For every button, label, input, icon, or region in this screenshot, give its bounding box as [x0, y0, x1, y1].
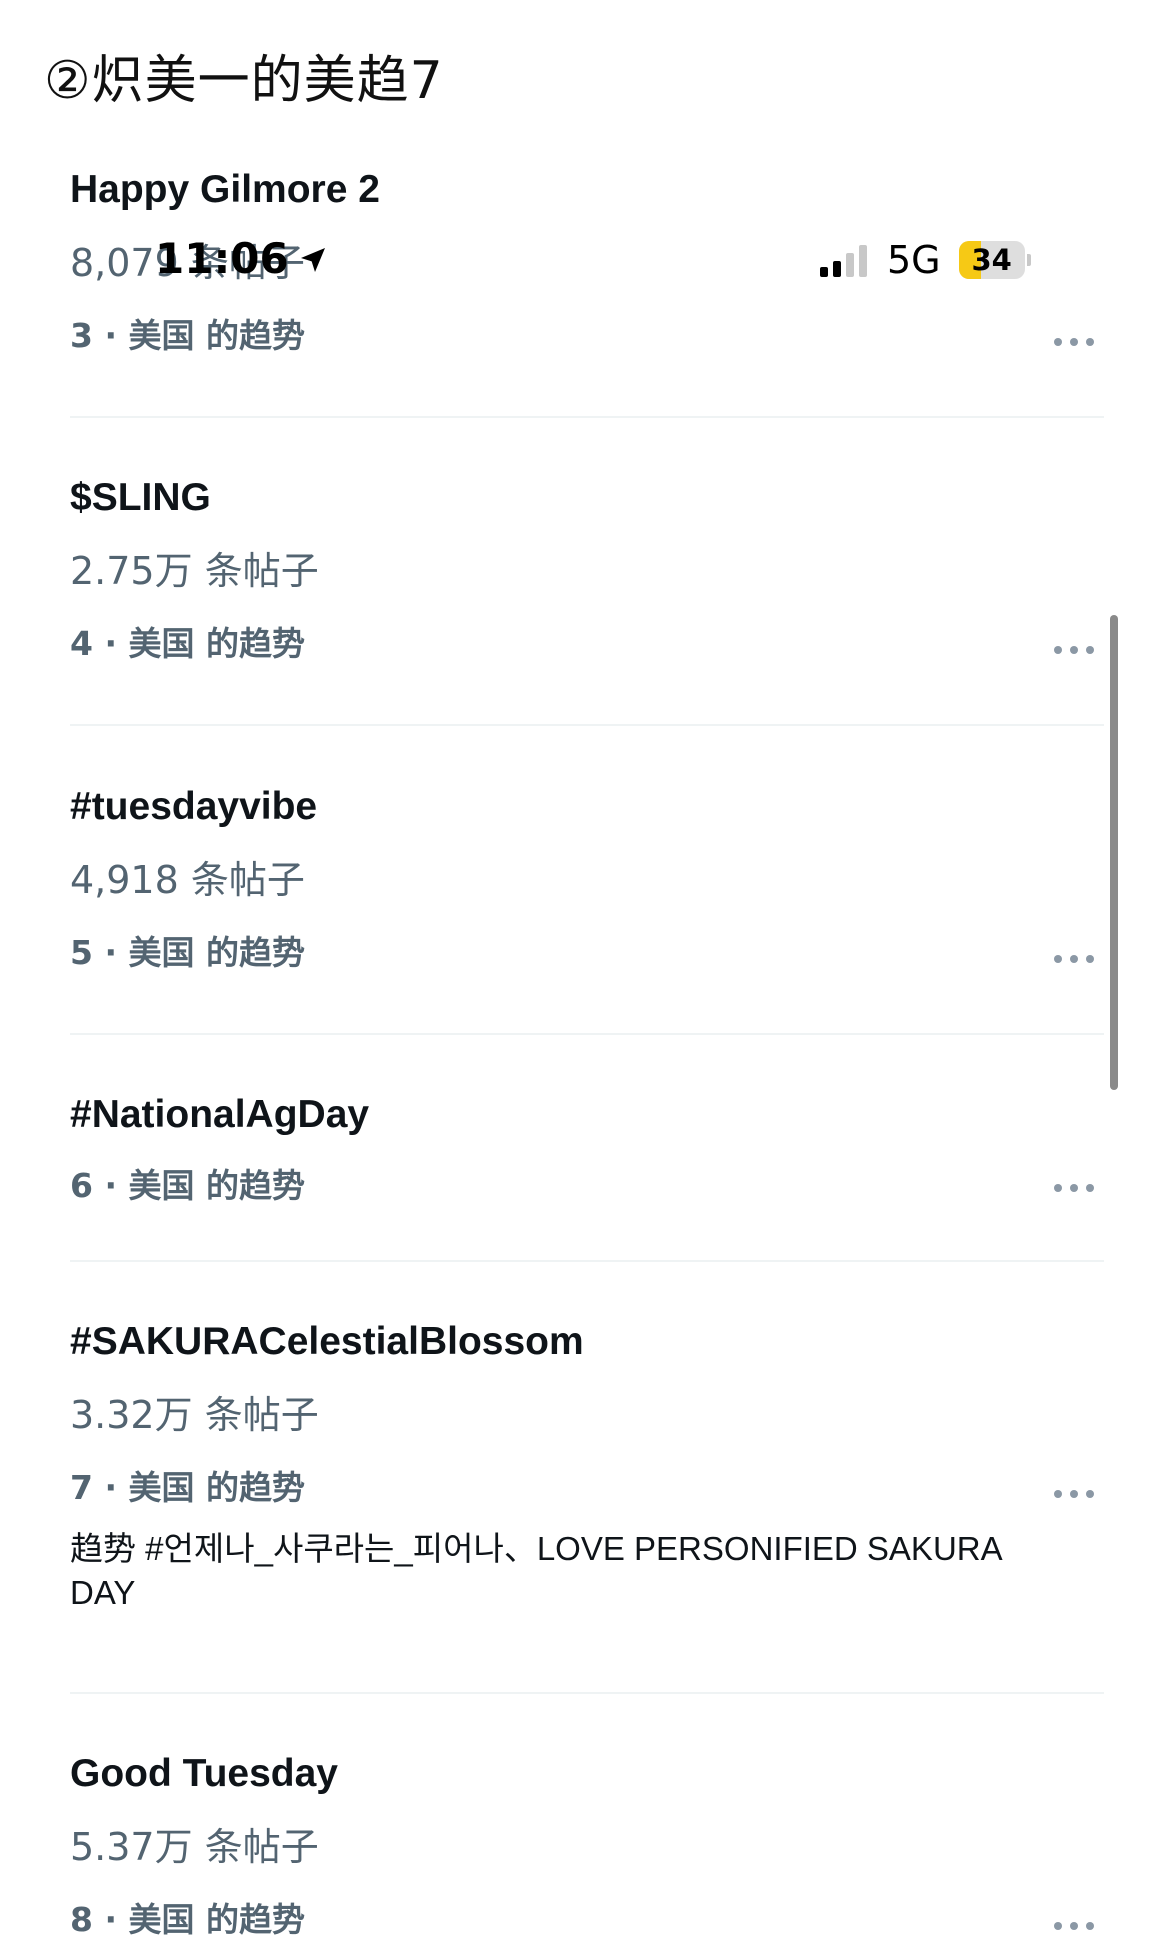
signal-bar: [846, 253, 854, 277]
signal-bar: [820, 267, 828, 277]
trend-rank-location: 7 · 美国 的趋势: [70, 1468, 305, 1507]
trend-post-count: 3.32万 条帖子: [70, 1393, 319, 1437]
signal-bar: [833, 261, 841, 277]
location-arrow-icon: [297, 237, 329, 286]
signal-bar: [859, 245, 867, 277]
more-options-icon[interactable]: [1054, 1182, 1094, 1194]
battery-percent: 34: [971, 243, 1012, 277]
trend-item[interactable]: $SLING 2.75万 条帖子 4 · 美国 的趋势: [70, 476, 1104, 665]
trend-rank-location: 6 · 美国 的趋势: [70, 1166, 305, 1205]
trend-rank-location: 3 · 美国 的趋势: [70, 316, 305, 355]
trend-title[interactable]: Good Tuesday: [70, 1752, 1104, 1796]
trend-title[interactable]: $SLING: [70, 476, 1104, 520]
trend-item[interactable]: #NationalAgDay 6 · 美国 的趋势: [70, 1093, 1104, 1207]
cellular-signal-icon: [820, 243, 867, 277]
trend-item[interactable]: Good Tuesday 5.37万 条帖子 8 · 美国 的趋势: [70, 1752, 1104, 1941]
divider: [70, 416, 1104, 418]
divider: [70, 1692, 1104, 1694]
trend-title[interactable]: #NationalAgDay: [70, 1093, 1104, 1137]
more-options-icon[interactable]: [1054, 953, 1094, 965]
status-time-text: 11:06: [155, 234, 289, 283]
network-type: 5G: [887, 238, 941, 282]
status-time: 11:06: [155, 234, 329, 286]
trend-post-count: 2.75万 条帖子: [70, 549, 319, 593]
status-indicators: 5G 34: [820, 236, 1031, 284]
more-options-icon[interactable]: [1054, 1920, 1094, 1932]
divider: [70, 724, 1104, 726]
trend-item[interactable]: #tuesdayvibe 4,918 条帖子 5 · 美国 的趋势: [70, 785, 1104, 974]
trend-rank-location: 5 · 美国 的趋势: [70, 933, 305, 972]
trend-title[interactable]: Happy Gilmore 2: [70, 168, 1104, 212]
related-trends-text: 趋势 #언제나_사쿠라는_피어나、LOVE PERSONIFIED SAKURA…: [70, 1530, 1001, 1611]
trend-title[interactable]: #SAKURACelestialBlossom: [70, 1320, 1104, 1364]
divider: [70, 1033, 1104, 1035]
more-options-icon[interactable]: [1054, 644, 1094, 656]
divider: [70, 1260, 1104, 1262]
scrollbar[interactable]: [1110, 615, 1118, 1090]
more-options-icon[interactable]: [1054, 1488, 1094, 1500]
trend-title[interactable]: #tuesdayvibe: [70, 785, 1104, 829]
trend-list: Happy Gilmore 2 8,079 条帖子 3 · 美国 的趋势 $SL…: [0, 0, 1170, 1955]
more-options-icon[interactable]: [1054, 336, 1094, 348]
trend-post-count: 5.37万 条帖子: [70, 1825, 319, 1869]
trend-rank-location: 4 · 美国 的趋势: [70, 624, 305, 663]
trend-rank-location: 8 · 美国 的趋势: [70, 1900, 305, 1939]
trend-item[interactable]: #SAKURACelestialBlossom 3.32万 条帖子 7 · 美国…: [70, 1320, 1104, 1615]
battery-icon: 34: [958, 241, 1031, 279]
trend-post-count: 4,918 条帖子: [70, 858, 305, 902]
